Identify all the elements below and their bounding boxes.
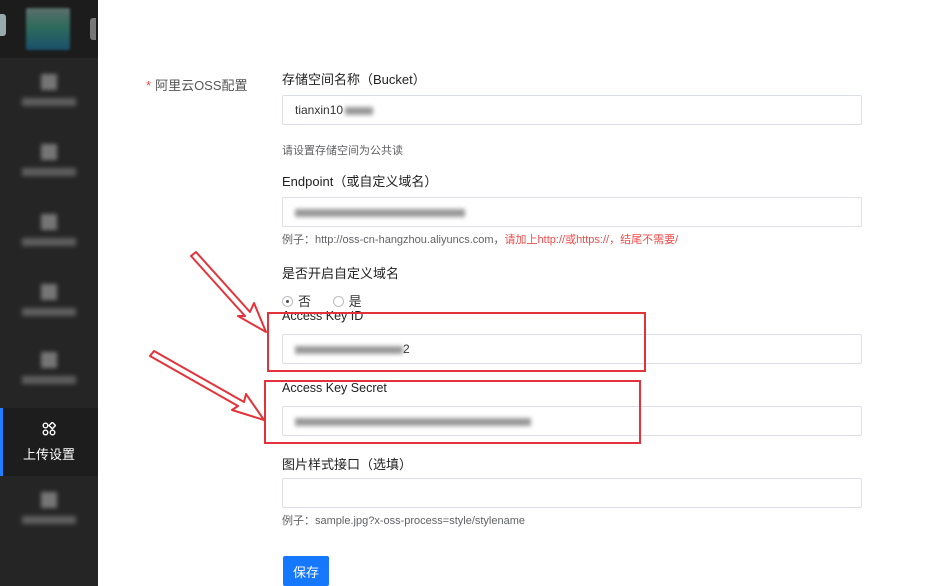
sidebar-item-2[interactable] [0, 132, 98, 200]
blurred-menu-icon [41, 352, 57, 368]
radio-option-no[interactable]: 否 [282, 294, 311, 309]
blurred-menu-icon [41, 492, 57, 508]
radio-yes-label: 是 [348, 294, 362, 309]
sidebar-item-7[interactable] [0, 480, 98, 548]
required-mark: * [146, 78, 152, 93]
custom-domain-radio-group: 否 是 [282, 291, 362, 310]
sidebar-item-3[interactable] [0, 202, 98, 270]
sidebar-item-upload-settings[interactable]: 上传设置 [0, 408, 98, 476]
radio-option-yes[interactable]: 是 [332, 294, 362, 309]
blurred-menu-label [22, 168, 76, 176]
active-indicator [0, 408, 3, 476]
bucket-hint: 请设置存储空间为公共读 [282, 145, 403, 157]
annotation-arrow-1 [190, 251, 267, 333]
annotation-highlight-box [267, 312, 646, 372]
blurred-menu-label [22, 98, 76, 106]
annotation-arrow-2 [149, 350, 265, 421]
radio-no-label: 否 [298, 294, 312, 309]
section-label-text: 阿里云OSS配置 [155, 78, 248, 93]
bucket-label: 存储空间名称（Bucket） [282, 72, 426, 87]
sidebar-expand-handle[interactable] [90, 18, 96, 40]
radio-no[interactable] [282, 296, 293, 307]
sidebar: 上传设置 [0, 0, 98, 586]
image-style-hint: 例子：sample.jpg?x-oss-process=style/stylen… [282, 515, 526, 527]
grid-icon [41, 421, 57, 438]
endpoint-hint-example: 例子：http://oss-cn-hangzhou.aliyuncs.com， [282, 234, 505, 246]
sidebar-header [0, 0, 98, 58]
blurred-menu-label [22, 516, 76, 524]
blurred-menu-icon [41, 284, 57, 300]
sidebar-item-4[interactable] [0, 272, 98, 340]
annotation-highlight-box [264, 380, 641, 444]
sidebar-collapse-handle[interactable] [0, 14, 6, 36]
sidebar-item-1[interactable] [0, 62, 98, 130]
endpoint-hint-warning: 请加上http://或https://，结尾不需要/ [504, 234, 679, 246]
radio-yes[interactable] [332, 296, 344, 307]
save-button[interactable]: 保存 [283, 556, 329, 586]
app-logo [26, 8, 70, 50]
blurred-menu-label [22, 308, 76, 316]
endpoint-label: Endpoint（或自定义域名） [282, 174, 438, 189]
section-label: * 阿里云OSS配置 [146, 75, 248, 94]
endpoint-input[interactable] [282, 197, 862, 227]
blurred-menu-icon [41, 144, 57, 160]
redacted-text [345, 106, 374, 115]
endpoint-hint: 例子：http://oss-cn-hangzhou.aliyuncs.com，请… [282, 231, 678, 247]
blurred-menu-icon [41, 74, 57, 90]
redacted-text [295, 208, 465, 217]
blurred-menu-icon [41, 214, 57, 230]
custom-domain-label: 是否开启自定义域名 [282, 266, 400, 281]
image-style-label: 图片样式接口（选填） [282, 457, 413, 472]
blurred-menu-label [22, 238, 76, 246]
sidebar-item-label: 上传设置 [22, 447, 75, 462]
blurred-menu-label [22, 376, 76, 384]
bucket-input[interactable]: tianxin10 [282, 95, 862, 125]
sidebar-item-5[interactable] [0, 340, 98, 408]
image-style-input[interactable] [282, 478, 862, 508]
bucket-value: tianxin10 [295, 103, 344, 117]
